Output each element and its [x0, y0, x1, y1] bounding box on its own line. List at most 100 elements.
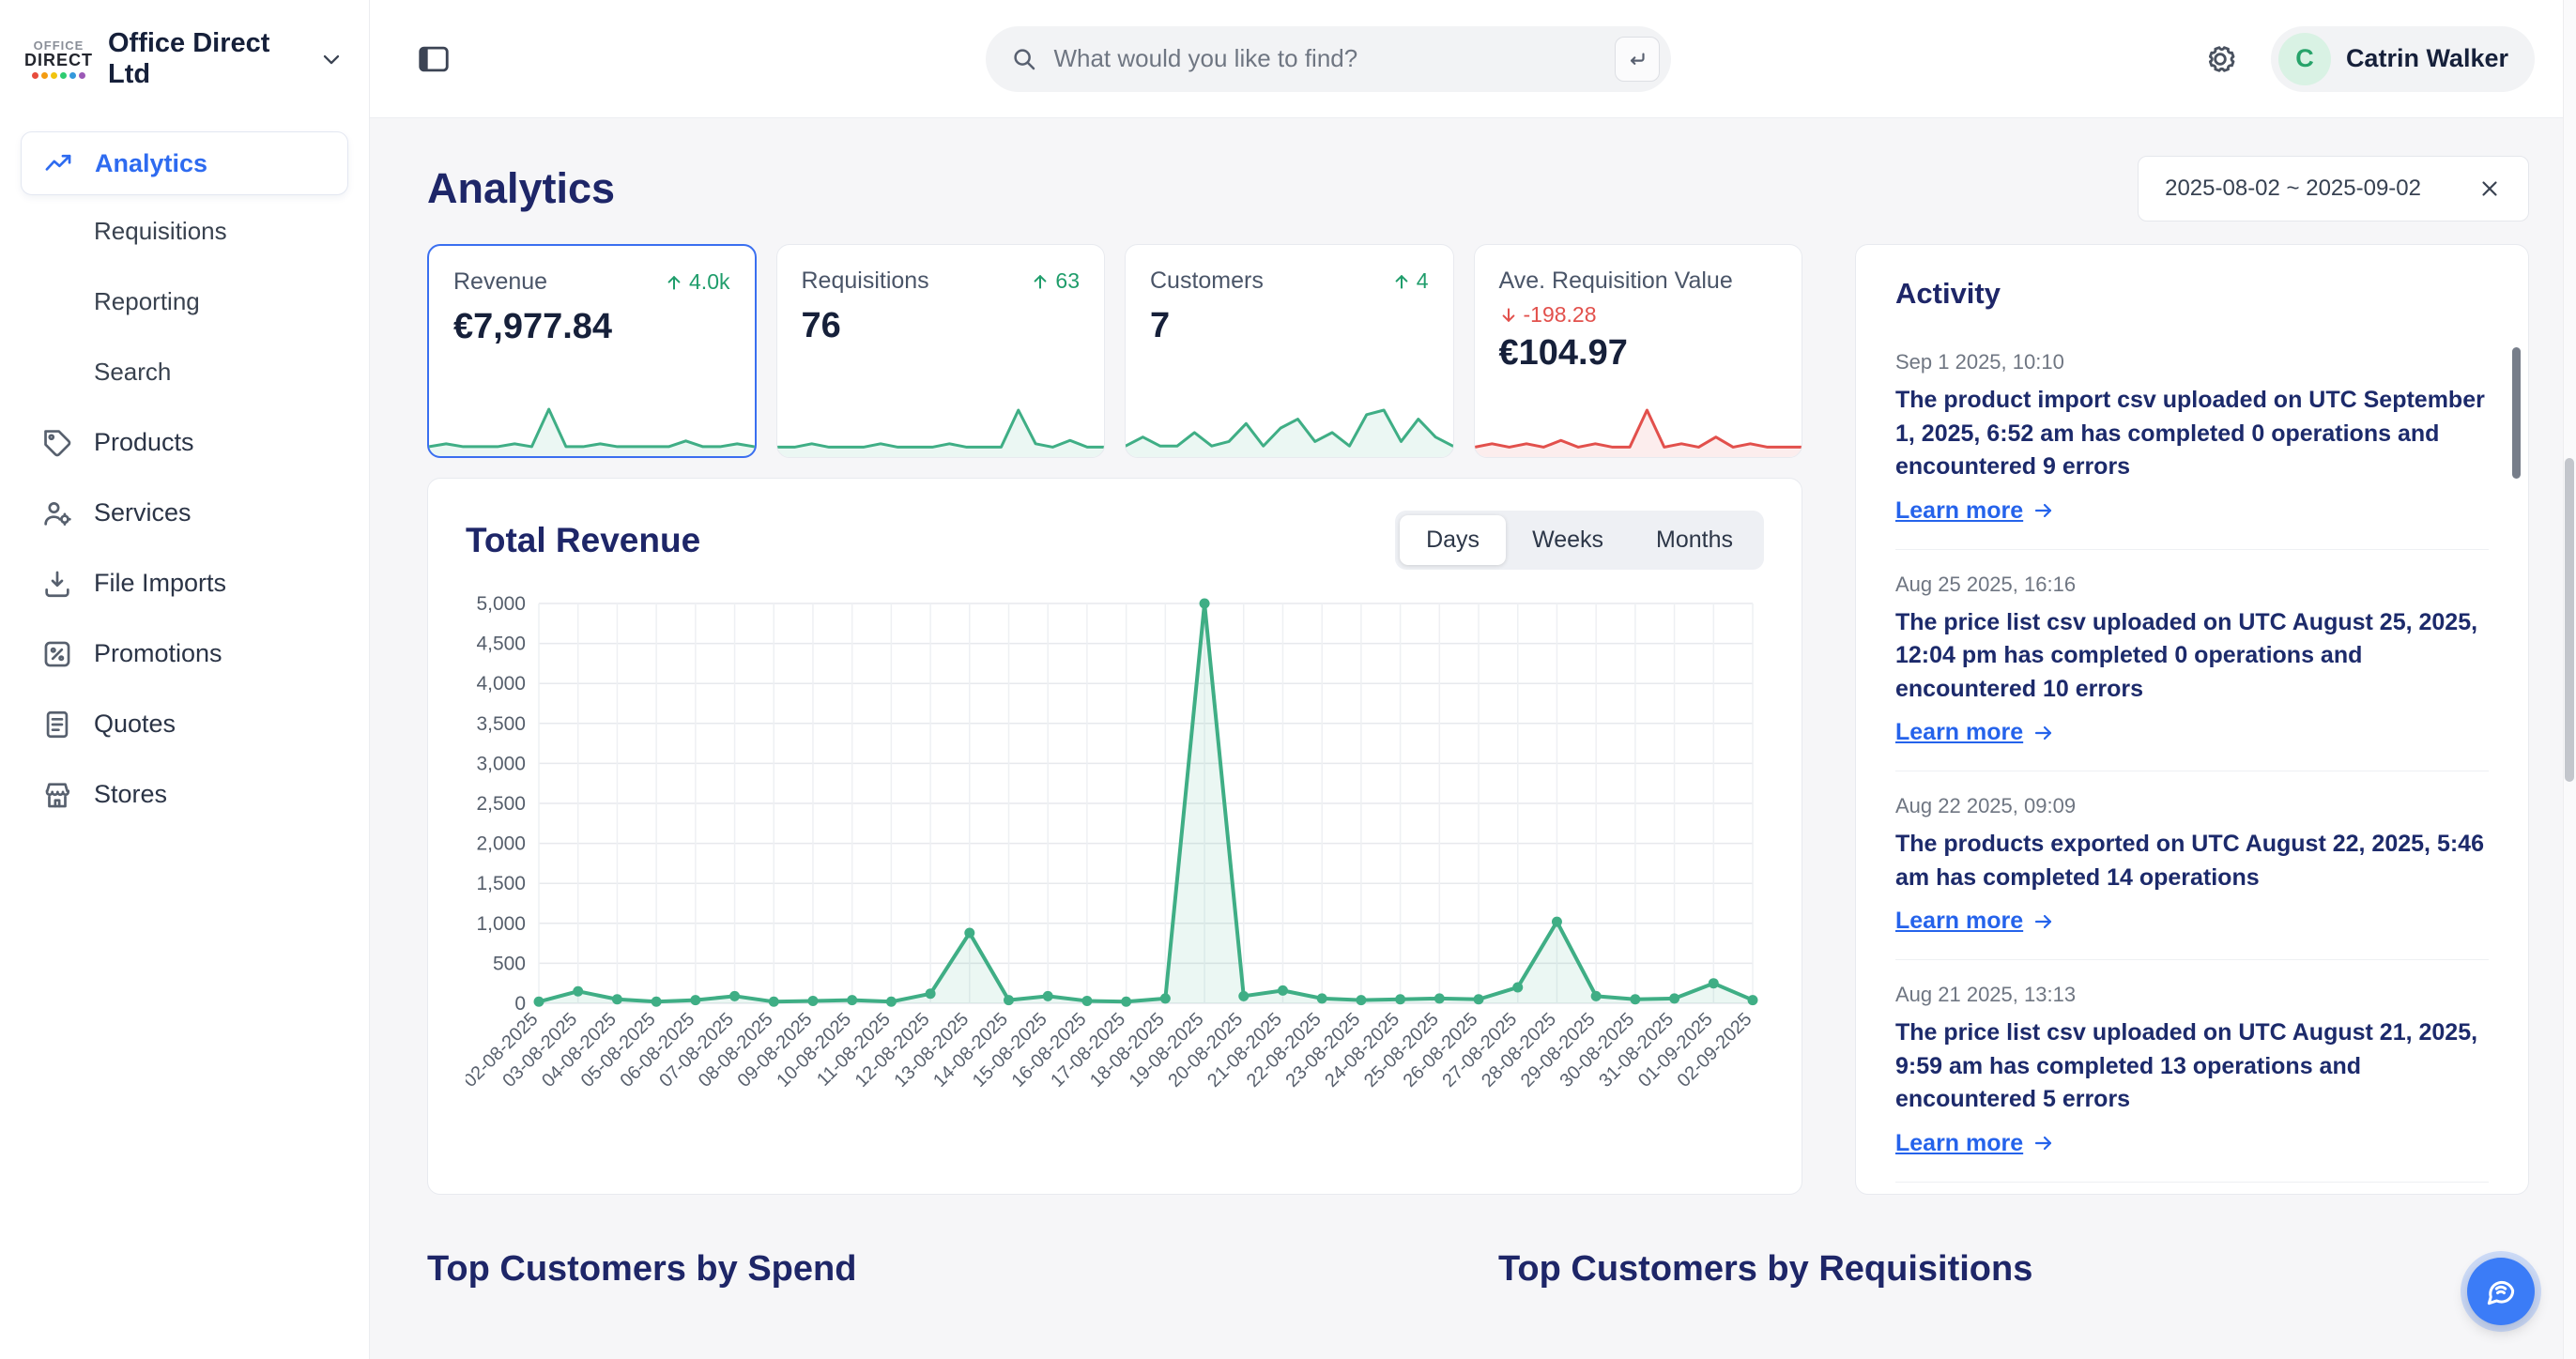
logo-text-bottom: DIRECT [24, 52, 93, 69]
learn-more-link[interactable]: Learn more [1895, 719, 2055, 746]
activity-message: The product import csv uploaded on UTC S… [1895, 384, 2489, 484]
sidebar-item-stores[interactable]: Stores [21, 760, 348, 829]
panel-title: Total Revenue [466, 521, 700, 560]
sidebar-item-reporting[interactable]: Reporting [21, 267, 348, 336]
sidebar-item-label: File Imports [94, 569, 226, 598]
trend-up-icon [1392, 272, 1411, 291]
activity-timestamp: Aug 22 2025, 09:09 [1895, 794, 2489, 818]
trend-down-icon [1499, 306, 1518, 325]
section-title-top-customers-requisitions: Top Customers by Requisitions [1498, 1249, 2032, 1290]
content: Analytics 2025-08-02 ~ 2025-09-02 Revenu… [370, 118, 2576, 1359]
page-scrollbar-thumb[interactable] [2565, 458, 2574, 782]
learn-more-link[interactable]: Learn more [1895, 497, 2055, 525]
date-range-filter[interactable]: 2025-08-02 ~ 2025-09-02 [2138, 156, 2529, 221]
app-root: OFFICE DIRECT Office Direct Ltd Analytic… [0, 0, 2576, 1359]
revenue-sparkline [429, 402, 755, 456]
activity-timestamp: Sep 1 2025, 10:10 [1895, 350, 2489, 374]
tab-months[interactable]: Months [1630, 515, 1759, 565]
trend-up-icon [1031, 272, 1050, 291]
tab-weeks[interactable]: Weeks [1506, 515, 1630, 565]
trend-value: 4.0k [689, 269, 729, 295]
sidebar-item-promotions[interactable]: Promotions [21, 619, 348, 688]
tag-icon [41, 427, 73, 459]
sidebar-item-quotes[interactable]: Quotes [21, 690, 348, 758]
storefront-icon [41, 779, 73, 811]
settings-gear-icon[interactable] [2201, 40, 2239, 78]
chevron-down-icon [318, 46, 345, 72]
stat-label: Customers [1150, 267, 1264, 295]
sidebar-item-label: Services [94, 498, 192, 527]
activity-entry: Sep 1 2025, 10:10 The product import csv… [1895, 328, 2489, 550]
left-column: Revenue 4.0k €7,977.84 Requ [427, 244, 1802, 1195]
activity-scrollbar-thumb[interactable] [2512, 347, 2521, 479]
logo-text-top: OFFICE [34, 39, 84, 53]
import-icon [41, 568, 73, 600]
svg-text:2,000: 2,000 [476, 833, 526, 855]
user-menu[interactable]: C Catrin Walker [2271, 26, 2535, 92]
clear-date-range-icon[interactable] [2477, 176, 2502, 201]
stat-label: Requisitions [802, 267, 929, 295]
section-title-top-customers-spend: Top Customers by Spend [427, 1249, 1498, 1290]
collapse-sidebar-button[interactable] [411, 38, 456, 80]
chat-bubble-icon [2483, 1274, 2519, 1309]
svg-text:2,500: 2,500 [476, 793, 526, 815]
enter-icon[interactable] [1615, 37, 1660, 82]
svg-text:4,500: 4,500 [476, 634, 526, 655]
page-head: Analytics 2025-08-02 ~ 2025-09-02 [427, 156, 2529, 221]
activity-message: The products exported on UTC August 22, … [1895, 828, 2489, 894]
global-search[interactable] [986, 26, 1671, 92]
stat-value: €104.97 [1499, 333, 1778, 374]
stats-row: Revenue 4.0k €7,977.84 Requ [427, 244, 1802, 458]
stat-card-ave-requisition-value[interactable]: Ave. Requisition Value -198.28 €104.97 [1474, 244, 1803, 458]
sidebar-item-label: Analytics [95, 149, 207, 178]
activity-panel: Activity Sep 1 2025, 10:10 The product i… [1855, 244, 2529, 1195]
ave-requisition-value-sparkline [1475, 403, 1802, 457]
activity-entry: Aug 21 2025, 13:13 The price list csv up… [1895, 960, 2489, 1183]
page-scrollbar[interactable] [2563, 0, 2576, 1359]
sidebar-item-label: Promotions [94, 639, 222, 668]
trend-up-icon [665, 273, 683, 292]
svg-text:3,000: 3,000 [476, 753, 526, 774]
search-input[interactable] [1053, 44, 1600, 73]
main-area: C Catrin Walker Analytics 2025-08-02 ~ 2… [370, 0, 2576, 1359]
sidebar-item-products[interactable]: Products [21, 408, 348, 477]
activity-entry: Aug 25 2025, 16:16 The price list csv up… [1895, 550, 2489, 772]
sidebar-item-search[interactable]: Search [21, 338, 348, 406]
learn-more-link[interactable]: Learn more [1895, 1130, 2055, 1157]
company-name: Office Direct Ltd [108, 28, 301, 90]
svg-text:3,500: 3,500 [476, 713, 526, 735]
total-revenue-panel: Total Revenue Days Weeks Months 05001,00… [427, 478, 1802, 1195]
trend-value: 63 [1055, 268, 1080, 294]
search-wrap [456, 26, 2201, 92]
activity-timestamp: Aug 25 2025, 16:16 [1895, 573, 2489, 597]
company-switcher[interactable]: OFFICE DIRECT Office Direct Ltd [0, 0, 369, 118]
trend-badge: 4 [1392, 268, 1429, 294]
learn-more-link[interactable]: Learn more [1895, 908, 2055, 935]
stat-card-customers[interactable]: Customers 4 7 [1125, 244, 1454, 458]
sidebar-item-file-imports[interactable]: File Imports [21, 549, 348, 618]
customers-sparkline [1126, 403, 1453, 457]
sidebar-item-label: Reporting [94, 287, 200, 316]
stat-card-requisitions[interactable]: Requisitions 63 76 [776, 244, 1106, 458]
sidebar-item-requisitions[interactable]: Requisitions [21, 197, 348, 266]
person-gear-icon [41, 497, 73, 529]
app-logo-icon: OFFICE DIRECT [24, 39, 93, 80]
search-icon [1010, 45, 1038, 73]
tab-days[interactable]: Days [1400, 515, 1506, 565]
date-range-value: 2025-08-02 ~ 2025-09-02 [2165, 176, 2421, 202]
total-revenue-chart: 05001,0001,5002,0002,5003,0003,5004,0004… [466, 583, 1766, 1188]
percent-badge-icon [41, 638, 73, 670]
stat-label: Revenue [453, 268, 547, 296]
stat-value: 76 [802, 306, 1081, 346]
svg-text:1,500: 1,500 [476, 873, 526, 894]
sidebar-item-services[interactable]: Services [21, 479, 348, 547]
analytics-icon [42, 147, 74, 179]
sidebar-item-label: Stores [94, 780, 167, 809]
sidebar: OFFICE DIRECT Office Direct Ltd Analytic… [0, 0, 370, 1359]
chat-widget-button[interactable] [2467, 1258, 2535, 1325]
bottom-sections: Top Customers by Spend Top Customers by … [427, 1249, 2529, 1290]
requisitions-sparkline [777, 403, 1105, 457]
stat-card-revenue[interactable]: Revenue 4.0k €7,977.84 [427, 244, 757, 458]
svg-text:5,000: 5,000 [476, 593, 526, 615]
sidebar-item-analytics[interactable]: Analytics [21, 131, 348, 195]
